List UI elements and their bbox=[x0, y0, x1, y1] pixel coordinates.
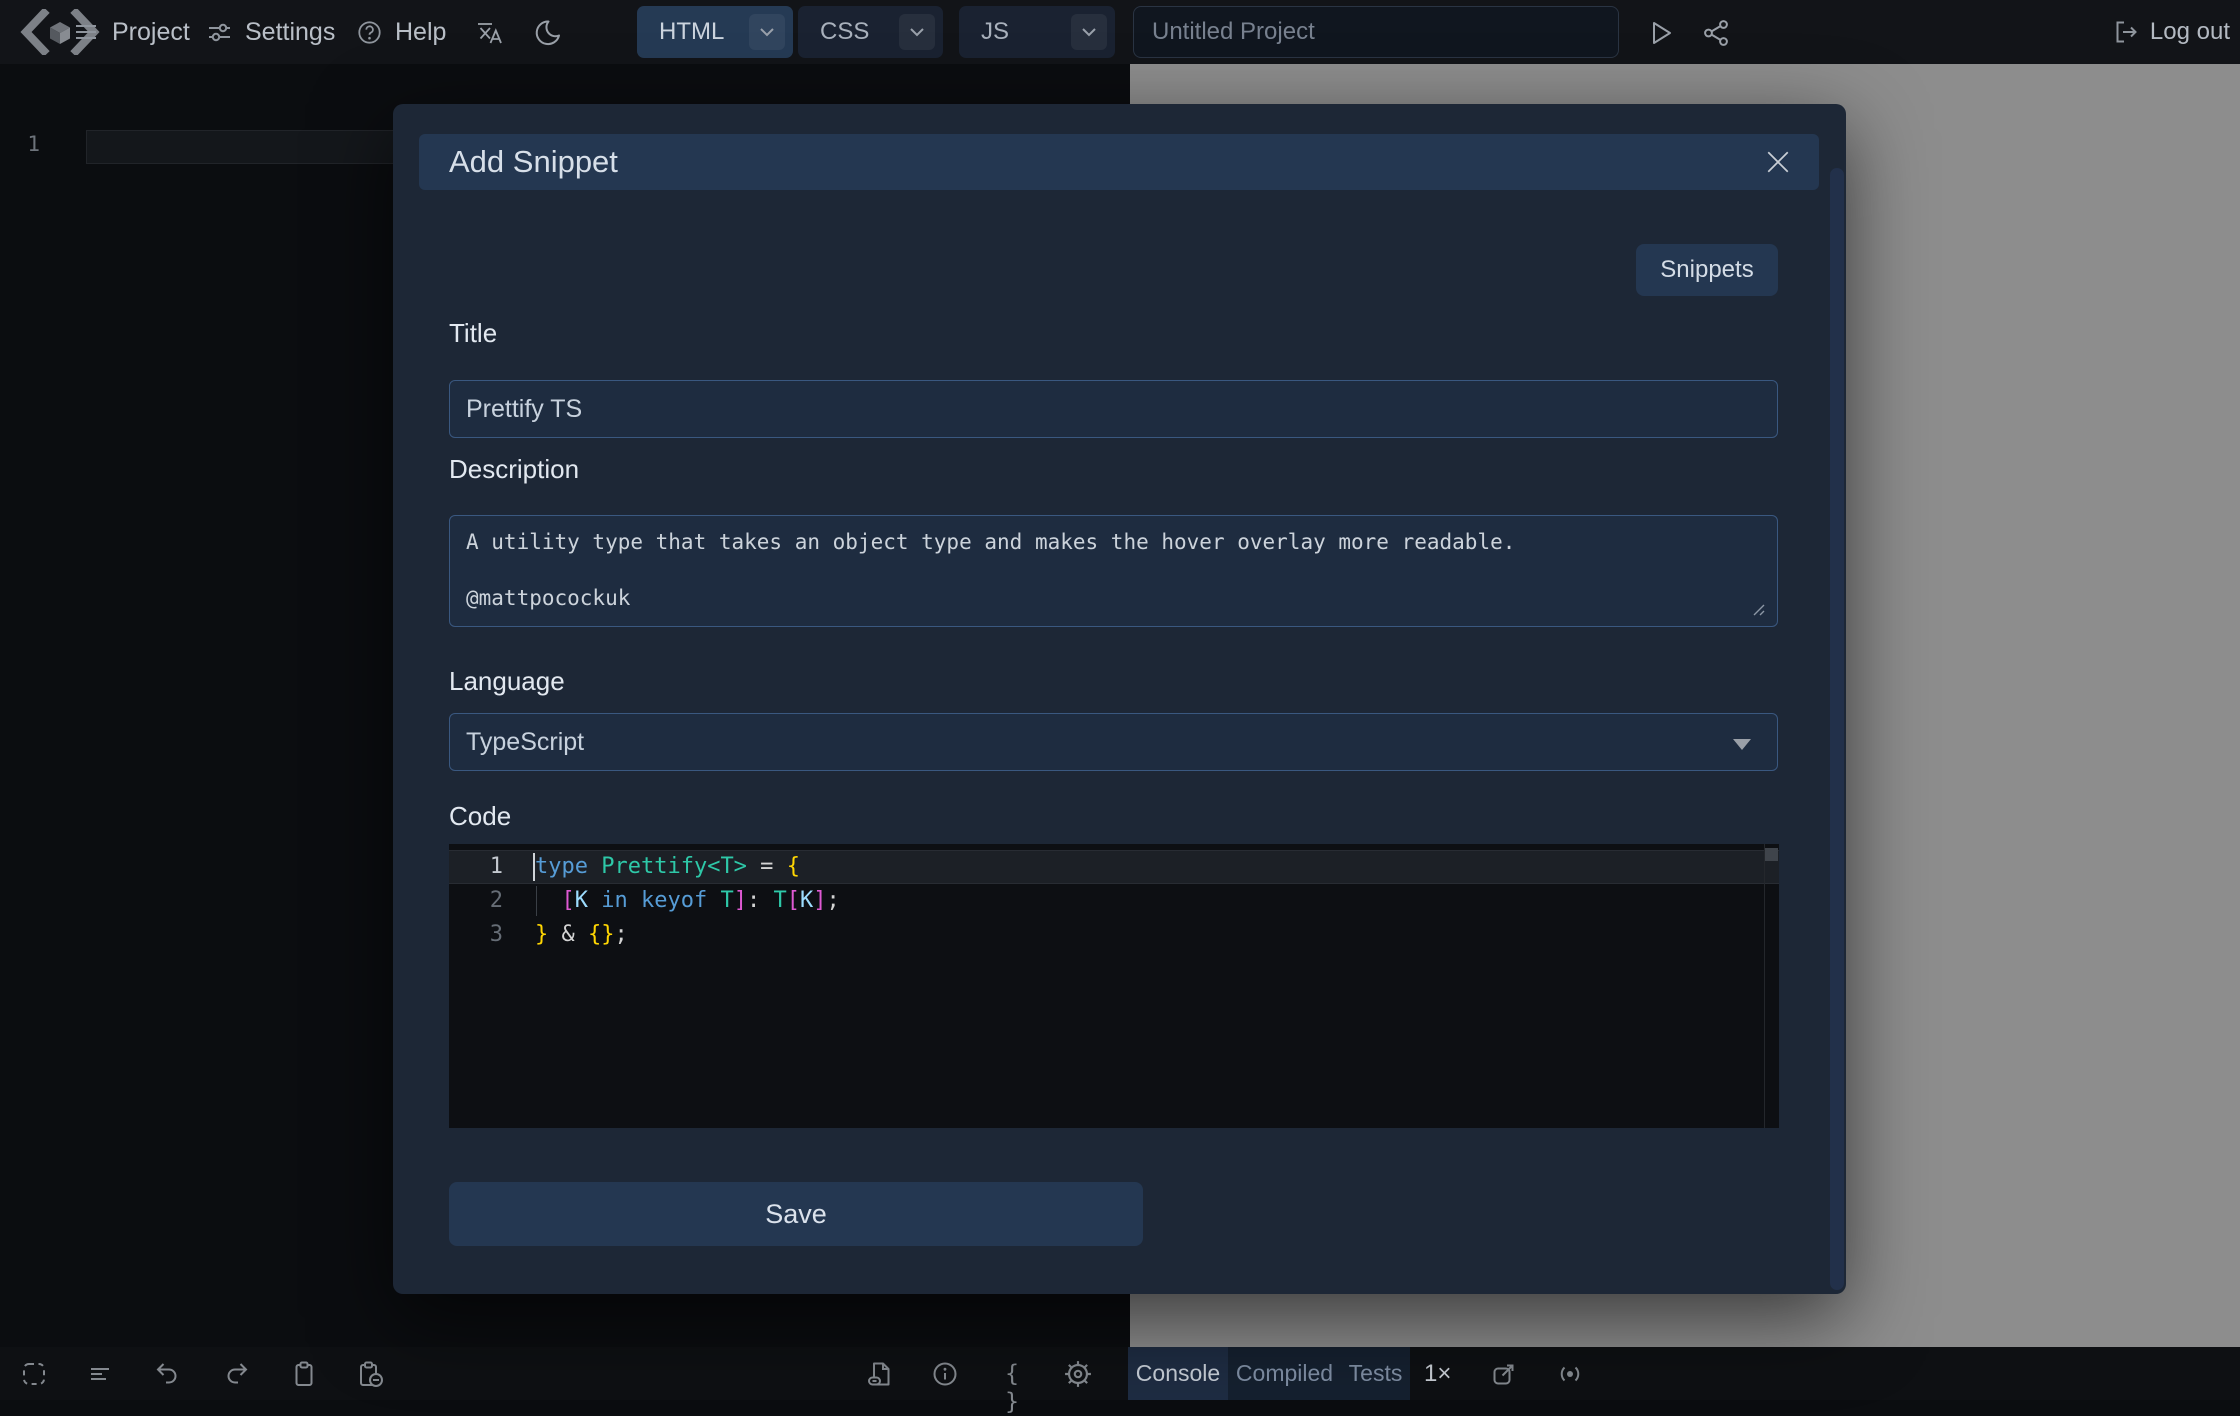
share-icon[interactable] bbox=[1702, 17, 1734, 49]
code-line-number: 3 bbox=[449, 918, 503, 952]
code-line-1: 1 type Prettify<T> = { bbox=[449, 850, 1779, 884]
chevron-down-icon[interactable] bbox=[749, 14, 785, 50]
sliders-icon bbox=[206, 19, 233, 46]
clipboard-icon[interactable] bbox=[290, 1360, 318, 1388]
code-line-number: 1 bbox=[449, 850, 503, 884]
code-line-number: 2 bbox=[449, 884, 503, 918]
tab-css[interactable]: CSS bbox=[798, 6, 943, 58]
tab-compiled[interactable]: Compiled bbox=[1228, 1347, 1341, 1400]
description-textarea[interactable]: A utility type that takes an object type… bbox=[449, 515, 1778, 627]
tab-console[interactable]: Console bbox=[1128, 1347, 1228, 1400]
project-name-input[interactable] bbox=[1133, 6, 1619, 58]
moon-icon[interactable] bbox=[532, 17, 564, 49]
menu-icon bbox=[72, 18, 100, 46]
zoom-level-button[interactable]: 1× bbox=[1424, 1347, 1451, 1400]
help-icon bbox=[356, 19, 383, 46]
code-line-text: type Prettify<T> = { bbox=[535, 850, 800, 884]
menu-project[interactable]: Project bbox=[72, 0, 190, 64]
file-link-icon[interactable] bbox=[866, 1360, 894, 1388]
add-snippet-dialog: Add Snippet Snippets Title Description A… bbox=[393, 104, 1846, 1294]
select-arrow-icon bbox=[1733, 739, 1751, 750]
save-button[interactable]: Save bbox=[449, 1182, 1143, 1246]
tab-html[interactable]: HTML bbox=[637, 6, 793, 58]
menu-help-label: Help bbox=[395, 18, 446, 47]
broadcast-icon[interactable] bbox=[1556, 1360, 1584, 1388]
top-toolbar: Project Settings Help bbox=[0, 0, 2240, 64]
description-label: Description bbox=[449, 454, 579, 485]
clipboard-remove-icon[interactable] bbox=[356, 1360, 384, 1388]
chevron-down-icon[interactable] bbox=[899, 14, 935, 50]
editor-line-number: 1 bbox=[14, 132, 40, 156]
bottom-toolbar: { } Console Compiled Tests 1× bbox=[0, 1347, 2240, 1400]
tab-js[interactable]: JS bbox=[959, 6, 1115, 58]
code-scrollbar-thumb[interactable] bbox=[1765, 848, 1778, 861]
undo-icon[interactable] bbox=[154, 1360, 182, 1388]
menu-project-label: Project bbox=[112, 18, 190, 47]
redo-icon[interactable] bbox=[222, 1360, 250, 1388]
dialog-scrollbar[interactable] bbox=[1830, 168, 1844, 1290]
open-external-icon[interactable] bbox=[1490, 1360, 1518, 1388]
select-region-icon[interactable] bbox=[20, 1360, 48, 1388]
tab-tests-label: Tests bbox=[1349, 1360, 1403, 1387]
menu-settings-label: Settings bbox=[245, 18, 335, 47]
language-select[interactable]: TypeScript bbox=[449, 713, 1778, 771]
menu-help[interactable]: Help bbox=[356, 0, 446, 64]
info-icon[interactable] bbox=[931, 1360, 959, 1388]
code-scrollbar-track bbox=[1764, 844, 1765, 1128]
code-line-2: 2 [K in keyof T]: T[K]; bbox=[449, 884, 1779, 918]
code-line-text: } & {}; bbox=[535, 918, 628, 952]
format-lines-icon[interactable] bbox=[86, 1360, 114, 1388]
tab-css-label: CSS bbox=[820, 18, 869, 46]
tab-console-label: Console bbox=[1136, 1360, 1220, 1387]
snippet-code-editor[interactable]: 1 type Prettify<T> = { 2 [K in keyof T]:… bbox=[449, 844, 1779, 1128]
settings-gear-icon[interactable] bbox=[1064, 1360, 1092, 1388]
menu-settings[interactable]: Settings bbox=[206, 0, 335, 64]
code-label: Code bbox=[449, 801, 511, 832]
chevron-down-icon[interactable] bbox=[1071, 14, 1107, 50]
dialog-title: Add Snippet bbox=[449, 144, 1765, 180]
tab-html-label: HTML bbox=[659, 18, 724, 46]
logout-button[interactable]: Log out bbox=[2112, 0, 2230, 64]
language-value: TypeScript bbox=[466, 728, 584, 757]
translate-icon[interactable] bbox=[474, 17, 506, 49]
tab-tests[interactable]: Tests bbox=[1341, 1347, 1410, 1400]
logout-icon bbox=[2112, 18, 2140, 46]
tab-js-label: JS bbox=[981, 18, 1009, 46]
language-label: Language bbox=[449, 666, 565, 697]
snippets-button[interactable]: Snippets bbox=[1636, 244, 1778, 296]
logout-label: Log out bbox=[2150, 18, 2230, 46]
braces-icon[interactable]: { } bbox=[998, 1360, 1026, 1388]
play-icon[interactable] bbox=[1646, 17, 1678, 49]
title-label: Title bbox=[449, 318, 497, 349]
resize-grip-icon[interactable] bbox=[1751, 602, 1765, 616]
dialog-header: Add Snippet bbox=[419, 134, 1819, 190]
code-line-3: 3 } & {}; bbox=[449, 918, 1779, 952]
close-icon[interactable] bbox=[1765, 147, 1795, 177]
code-line-text: [K in keyof T]: T[K]; bbox=[535, 884, 840, 918]
title-input[interactable] bbox=[449, 380, 1778, 438]
tab-compiled-label: Compiled bbox=[1236, 1360, 1333, 1387]
